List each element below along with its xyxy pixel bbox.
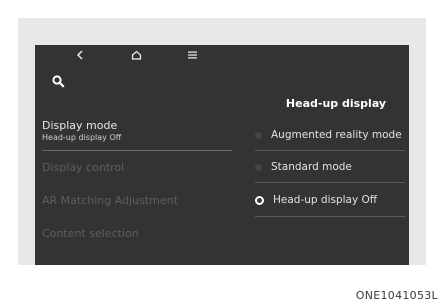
sidebar-item-display-control[interactable]: Display control <box>42 161 242 174</box>
option-label: Augmented reality mode <box>271 129 402 141</box>
option-standard-mode[interactable]: Standard mode <box>255 157 405 177</box>
sidebar-item-ar-matching-adjustment[interactable]: AR Matching Adjustment <box>42 194 242 207</box>
figure-caption: ONE1041053L <box>355 289 438 302</box>
menu-button[interactable] <box>177 45 207 65</box>
search-button[interactable] <box>43 70 73 92</box>
option-divider <box>255 216 405 217</box>
home-icon <box>131 50 141 60</box>
figure-frame: Display mode Head-up display Off Display… <box>18 18 426 265</box>
sidebar-item-display-mode[interactable]: Display mode Head-up display Off <box>42 119 242 142</box>
radio-selected-icon <box>255 195 264 205</box>
option-label: Head-up display Off <box>273 194 378 206</box>
back-button[interactable] <box>65 45 95 65</box>
option-head-up-display-off[interactable]: Head-up display Off <box>255 190 405 210</box>
hamburger-menu-icon <box>187 51 197 59</box>
top-nav-bar <box>35 45 409 65</box>
option-label: Standard mode <box>271 161 352 173</box>
search-icon <box>51 74 65 88</box>
sidebar-item-label: Display control <box>42 161 125 174</box>
panel-title: Head-up display <box>285 97 387 110</box>
sidebar-item-label: Display mode <box>42 119 118 132</box>
home-button[interactable] <box>121 45 151 65</box>
sidebar-divider <box>42 150 232 151</box>
option-augmented-reality-mode[interactable]: Augmented reality mode <box>255 125 405 145</box>
option-divider <box>255 182 405 183</box>
option-divider <box>255 150 405 151</box>
radio-unselected-icon <box>255 131 262 139</box>
sidebar-item-label: Content selection <box>42 227 139 240</box>
sidebar-item-value: Head-up display Off <box>42 133 122 142</box>
hud-settings-screen: Display mode Head-up display Off Display… <box>35 45 409 265</box>
chevron-left-icon <box>77 50 83 60</box>
sidebar-item-label: AR Matching Adjustment <box>42 194 178 207</box>
radio-unselected-icon <box>255 163 262 171</box>
sidebar-item-content-selection[interactable]: Content selection <box>42 227 242 240</box>
